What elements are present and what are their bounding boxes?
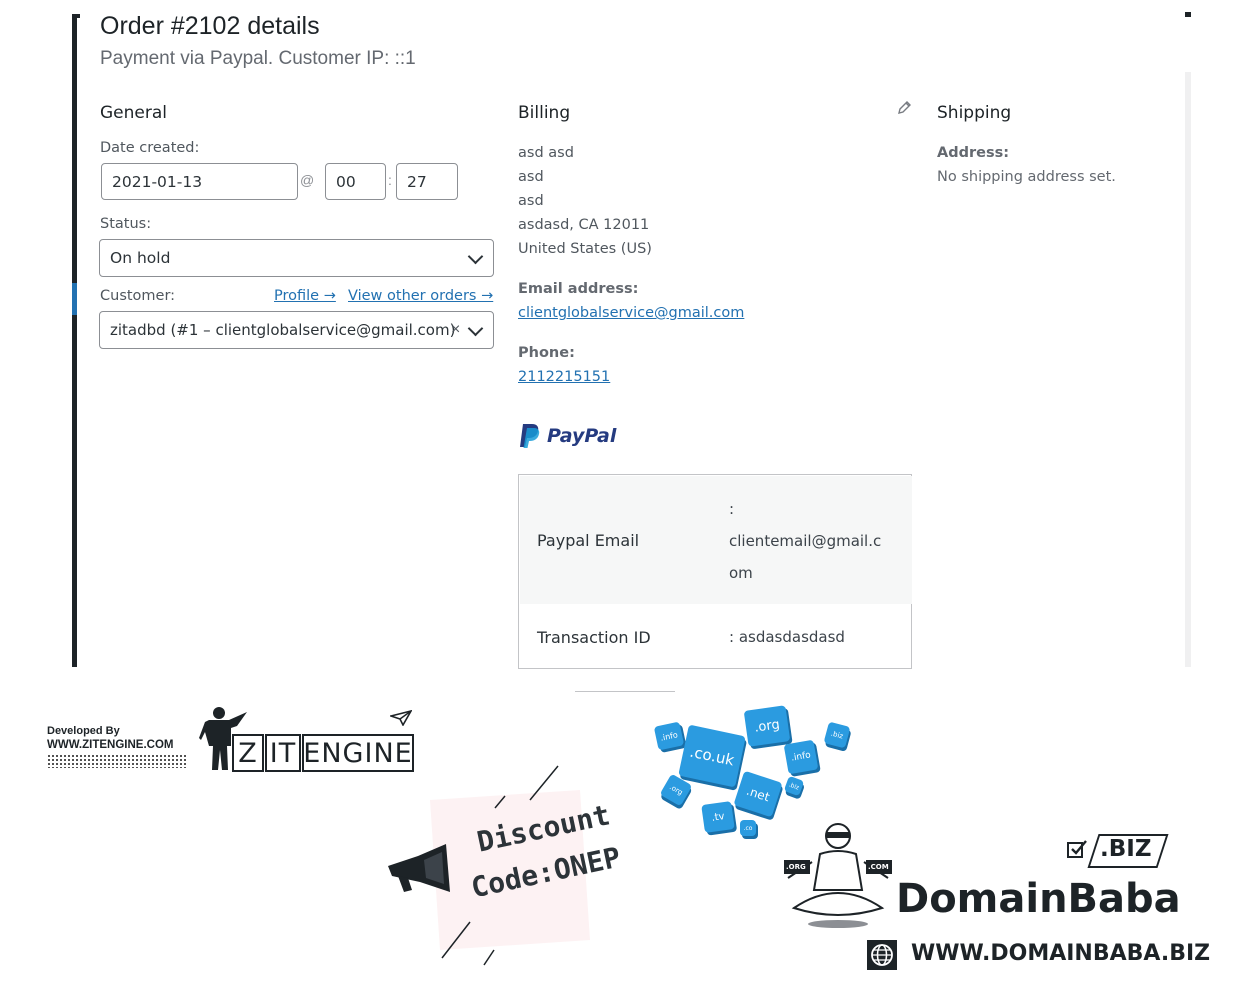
transaction-id-key: Transaction ID <box>537 628 651 647</box>
shipping-address-label: Address: <box>937 145 1010 161</box>
shipping-heading: Shipping <box>937 103 1012 123</box>
domain-tile: .org <box>743 705 791 747</box>
hour-value: 00 <box>336 172 356 191</box>
divider <box>575 691 675 692</box>
billing-phone-link[interactable]: 2112215151 <box>518 369 610 385</box>
paypal-details-table: Paypal Email : clientemail@gmail.c om Tr… <box>518 474 912 669</box>
billing-line: asdasd, CA 12011 <box>518 217 650 233</box>
billing-line: United States (US) <box>518 241 652 257</box>
paypal-email-value-line: om <box>729 564 753 582</box>
transaction-id-value: : asdasdasdasd <box>729 628 845 646</box>
status-value: On hold <box>110 249 171 267</box>
side-collapse-tab[interactable] <box>72 283 77 315</box>
paypal-email-value-line: : <box>729 500 735 518</box>
domain-tile: .co <box>740 820 756 836</box>
minute-input[interactable]: 27 <box>396 163 458 200</box>
pencil-edit-icon[interactable] <box>897 101 911 115</box>
date-created-input[interactable]: 2021-01-13 <box>101 163 298 200</box>
paper-plane-icon <box>390 710 412 726</box>
billing-email-link[interactable]: clientglobalservice@gmail.com <box>518 305 744 321</box>
billing-line: asd <box>518 169 544 185</box>
domain-tile: .org <box>659 773 693 807</box>
domain-tile: .biz <box>783 775 805 797</box>
paypal-logo-text: PayPal <box>547 425 617 447</box>
org-tag: .ORG <box>786 863 806 871</box>
zitengine-website-text: WWW.ZITENGINE.COM <box>47 739 174 751</box>
paypal-email-value-line: clientemail@gmail.c <box>729 532 882 550</box>
dotted-decoration <box>47 754 187 768</box>
meditating-man-logo-icon <box>784 823 892 928</box>
date-value: 2021-01-13 <box>112 172 203 191</box>
paypal-email-key: Paypal Email <box>537 531 640 550</box>
domain-tile: .biz <box>823 721 851 749</box>
globe-icon <box>867 940 897 970</box>
billing-line: asd asd <box>518 145 574 161</box>
com-tag: .COM <box>868 863 889 871</box>
domain-tile: .tv <box>701 801 735 833</box>
domain-tile: .info <box>653 721 685 751</box>
biz-badge: .BIZ <box>1100 836 1152 862</box>
domain-tile: .co.uk <box>678 724 746 788</box>
developed-by-text: Developed By <box>47 725 120 737</box>
status-label: Status: <box>100 216 152 232</box>
time-colon: : <box>388 172 392 188</box>
megaphone-icon <box>388 844 450 892</box>
panel-top-border <box>72 14 80 18</box>
domain-tile: .info <box>783 739 819 775</box>
date-created-label: Date created: <box>100 140 200 156</box>
customer-profile-link[interactable]: Profile → <box>274 288 336 304</box>
minute-value: 27 <box>407 172 427 191</box>
zit-logo-letter: IT <box>265 734 301 772</box>
status-select[interactable]: On hold <box>99 239 494 277</box>
customer-value: zitadbd (#1 – clientglobalservice@gmail.… <box>110 321 456 339</box>
page-title: Order #2102 details <box>100 12 320 40</box>
shipping-address-value: No shipping address set. <box>937 169 1116 185</box>
clear-icon[interactable]: × <box>451 321 460 339</box>
domainbaba-url-text: WWW.DOMAINBABA.BIZ <box>911 941 1211 966</box>
corner-mark <box>1185 12 1191 17</box>
phone-label: Phone: <box>518 345 575 361</box>
page-subtitle: Payment via Paypal. Customer IP: ::1 <box>100 48 416 69</box>
at-separator: @ <box>300 172 315 188</box>
checkbox-icon <box>1067 840 1087 858</box>
zit-logo-letter: Z <box>232 734 264 772</box>
general-heading: General <box>100 103 167 123</box>
domain-tile: .net <box>733 770 783 818</box>
view-other-orders-link[interactable]: View other orders → <box>348 288 493 304</box>
domainbaba-logo-text: DomainBaba <box>896 876 1181 922</box>
scrollbar-track[interactable] <box>1185 72 1191 667</box>
customer-select[interactable]: zitadbd (#1 – clientglobalservice@gmail.… <box>99 311 494 349</box>
paypal-p-icon <box>520 424 540 448</box>
panel-left-border <box>72 14 77 667</box>
hour-input[interactable]: 00 <box>325 163 386 200</box>
customer-label: Customer: <box>100 288 176 304</box>
billing-heading: Billing <box>518 103 571 123</box>
email-label: Email address: <box>518 281 639 297</box>
billing-line: asd <box>518 193 544 209</box>
